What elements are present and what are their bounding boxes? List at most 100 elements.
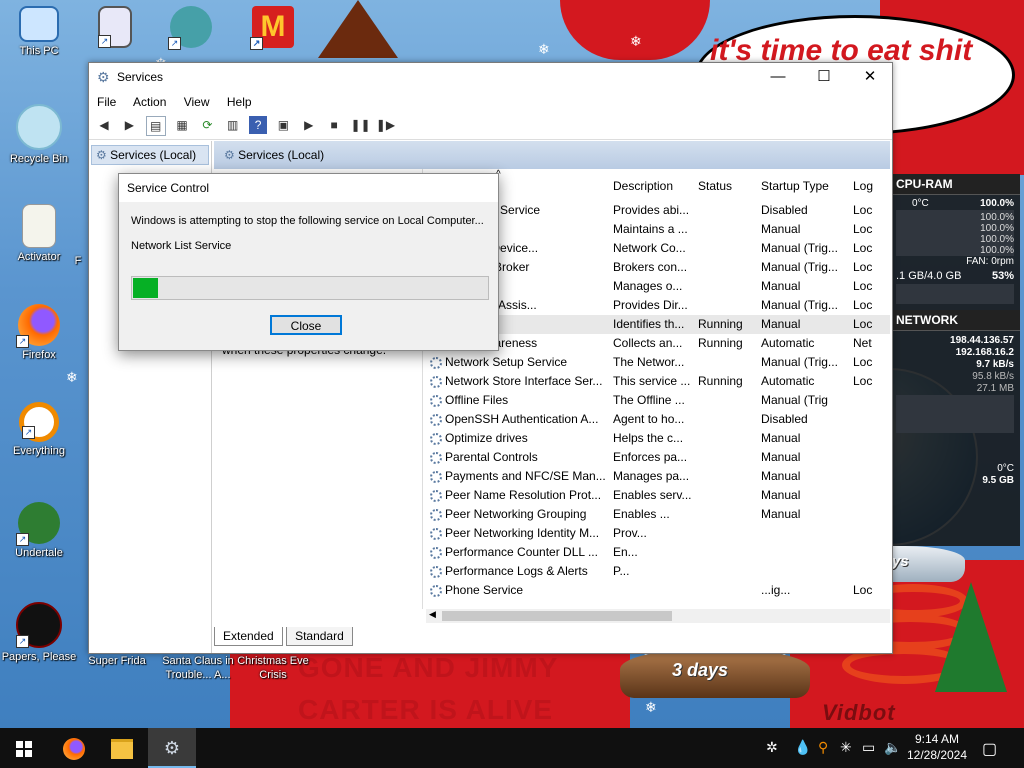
tray-water-drop-icon[interactable]: 💧 — [794, 739, 811, 756]
export-list-icon[interactable]: ▥ — [224, 116, 242, 134]
tray-app-icon[interactable]: ✲ — [766, 739, 778, 756]
desktop-icon-label: Christmas Eve Crisis — [237, 655, 309, 681]
tray-network-icon[interactable]: ▭ — [862, 739, 875, 756]
tray-everything-icon[interactable]: ⚲ — [818, 739, 828, 756]
desktop-icon-super-frida[interactable]: Super Frida — [78, 652, 156, 668]
service-name-cell: Performance Counter DLL ... — [430, 543, 605, 562]
menu-file[interactable]: File — [97, 95, 116, 109]
service-description-cell: Agent to ho... — [613, 410, 693, 429]
service-status-cell-text: Running — [698, 374, 743, 388]
table-row[interactable]: Network Store Interface Ser... This servi… — [426, 372, 890, 391]
desktop-icon-app[interactable]: ↗ — [76, 6, 154, 48]
close-window-button[interactable]: ✕ — [847, 63, 893, 91]
menu-view[interactable]: View — [184, 95, 210, 109]
refresh-icon[interactable]: ⟳ — [198, 116, 216, 134]
table-row[interactable]: Payments and NFC/SE Man... Manages pa... M… — [426, 467, 890, 486]
minimize-button[interactable]: — — [755, 63, 801, 91]
column-header-startup-type[interactable]: Startup Type — [761, 179, 829, 193]
notification-icon[interactable]: ▢ — [982, 739, 997, 759]
dialog-message: Windows is attempting to stop the follow… — [131, 215, 484, 227]
service-name-cell-text: Peer Networking Identity M... — [445, 526, 600, 540]
help-icon[interactable]: ? — [249, 116, 268, 134]
start-button[interactable] — [0, 728, 48, 768]
column-header-logon[interactable]: Log — [853, 179, 873, 193]
close-button[interactable]: Close — [270, 315, 342, 335]
stop-service-icon[interactable]: ■ — [325, 116, 343, 134]
service-startup-cell: Disabled — [761, 410, 849, 429]
service-name-cell-text: Performance Logs & Alerts — [445, 564, 588, 578]
desktop-icon-undertale[interactable]: ↗ Undertale — [0, 502, 78, 560]
table-row[interactable]: Offline Files The Offline ... Manual (Trig — [426, 391, 890, 410]
table-row[interactable]: Phone Service ...ig... Loc — [426, 581, 890, 600]
tab-extended[interactable]: Extended — [214, 627, 283, 646]
service-startup-cell: Manual (Trig — [761, 391, 849, 410]
table-row[interactable]: OpenSSH Authentication A... Agent to ho..… — [426, 410, 890, 429]
view-tabs: Extended Standard — [214, 627, 353, 649]
desktop-icon-this-pc[interactable]: This PC — [0, 6, 78, 58]
table-row[interactable]: Peer Networking Grouping Enables ... Manua… — [426, 505, 890, 524]
forward-arrow-icon[interactable]: ▶ — [120, 116, 138, 134]
back-arrow-icon[interactable]: ◀ — [95, 116, 113, 134]
service-description-cell: The Offline ... — [613, 391, 693, 410]
table-row[interactable]: Network Setup Service The Networ... Manual… — [426, 353, 890, 372]
firefox-icon — [63, 738, 85, 761]
desktop-icon-firefox[interactable]: ↗ Firefox — [0, 304, 78, 362]
shortcut-arrow-icon: ↗ — [98, 35, 111, 48]
console-tree-icon[interactable]: ▤ — [145, 116, 166, 136]
santa-hat-shape — [560, 0, 710, 60]
service-logon-cell: Loc — [853, 239, 890, 258]
table-row[interactable]: Peer Networking Identity M... Prov... — [426, 524, 890, 543]
service-logon-cell-text: Loc — [853, 298, 873, 312]
menu-action[interactable]: Action — [133, 95, 166, 109]
snowflake-icon: ❄ — [630, 33, 642, 49]
service-startup-cell-text: Manual (Trig... — [761, 260, 838, 274]
total-transfer: 27.1 MB — [976, 383, 1014, 394]
service-control-dialog[interactable]: Service Control Windows is attempting to… — [118, 173, 499, 351]
taskbar-file-explorer[interactable] — [98, 728, 146, 768]
scroll-left-icon[interactable]: ◀ — [429, 609, 436, 620]
core-percent: 100.0% — [980, 234, 1014, 245]
title-bar[interactable]: ⚙ Services — ☐ ✕ — [89, 63, 892, 91]
column-header-status[interactable]: Status — [698, 179, 732, 193]
table-row[interactable]: Performance Logs & Alerts P... — [426, 562, 890, 581]
start-service-icon[interactable]: ▶ — [300, 116, 318, 134]
service-startup-cell: Manual — [761, 277, 849, 296]
horizontal-scrollbar[interactable]: ◀ — [426, 609, 890, 623]
desktop-icon-everything[interactable]: ↗ Everything — [0, 402, 78, 458]
ram-usage: .1 GB/4.0 GB — [896, 270, 962, 282]
desktop-icon-game-character[interactable]: ↗ — [152, 6, 230, 50]
taskbar-firefox[interactable] — [50, 728, 98, 768]
maximize-button[interactable]: ☐ — [801, 63, 847, 91]
desktop-icon-santa-claus[interactable]: Santa Claus in Trouble... A... — [156, 652, 240, 682]
desktop-icon-papers-please[interactable]: ↗ Papers, Please — [0, 602, 78, 664]
table-row[interactable]: Optimize drives Helps the c... Manual — [426, 429, 890, 448]
desktop-icon-christmas-eve[interactable]: Christmas Eve Crisis — [234, 652, 312, 682]
desktop-icon-label: This PC — [19, 45, 59, 57]
service-startup-cell-text: ...ig... — [761, 583, 791, 597]
shortcut-arrow-icon: ↗ — [16, 635, 29, 648]
game-character-icon: ↗ — [168, 6, 212, 50]
services-window[interactable]: ⚙ Services — ☐ ✕ File Action View Help ◀… — [88, 62, 893, 654]
menu-help[interactable]: Help — [227, 95, 252, 109]
taskbar-services[interactable]: ⚙ — [148, 728, 196, 768]
properties-icon[interactable]: ▦ — [173, 116, 191, 134]
desktop-icon-recycle-bin[interactable]: Recycle Bin — [0, 104, 78, 166]
tab-standard[interactable]: Standard — [286, 627, 353, 646]
restart-service-icon[interactable]: ❚▶ — [376, 116, 395, 134]
desktop-icon-mcdonalds[interactable]: M ↗ — [234, 6, 312, 50]
table-row[interactable]: Parental Controls Enforces pa... Manual — [426, 448, 890, 467]
search-icon: ⚙ — [224, 148, 235, 162]
view-icon[interactable]: ▣ — [274, 116, 292, 134]
table-row[interactable]: Peer Name Resolution Prot... Enables serv… — [426, 486, 890, 505]
tree-node-services-local[interactable]: ⚙ Services (Local) — [91, 145, 209, 165]
column-header-description[interactable]: Description — [613, 179, 673, 193]
tray-network-activity-icon[interactable]: ✳ — [840, 739, 852, 756]
scrollbar-thumb[interactable] — [442, 611, 672, 621]
tray-volume-icon[interactable]: 🔈 — [884, 739, 901, 756]
service-startup-cell: Manual — [761, 429, 849, 448]
service-name-cell-text: Phone Service — [445, 583, 524, 597]
taskbar-clock[interactable]: 9:14 AM 12/28/2024 — [905, 731, 969, 763]
pause-service-icon[interactable]: ❚❚ — [350, 116, 370, 134]
service-startup-cell: Manual — [761, 220, 849, 239]
table-row[interactable]: Performance Counter DLL ... En... — [426, 543, 890, 562]
